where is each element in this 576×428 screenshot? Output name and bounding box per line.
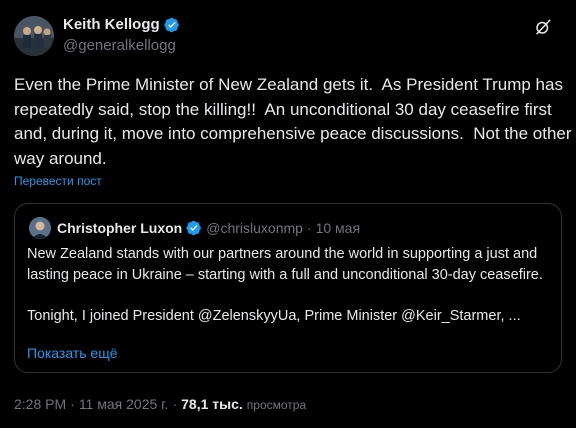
- author-handle[interactable]: @generalkellogg: [63, 37, 180, 54]
- view-count: 78,1 тыс.: [181, 396, 243, 412]
- quote-avatar-image: [29, 217, 51, 239]
- quoted-post[interactable]: Christopher Luxon @chrisluxonmp · 10 мая…: [14, 203, 562, 373]
- show-more-link[interactable]: Показать ещё: [27, 345, 118, 361]
- meta-separator-2: ·: [172, 396, 178, 412]
- author-avatar-image: [14, 16, 54, 56]
- author-name[interactable]: Keith Kellogg: [63, 16, 160, 33]
- author-info: Keith Kellogg @generalkellogg: [63, 16, 180, 54]
- translate-post-link[interactable]: Перевести пост: [14, 174, 102, 188]
- post-metadata: 2:28 PM · 11 мая 2025 г. · 78,1 тыс. про…: [14, 396, 306, 412]
- post-text: Even the Prime Minister of New Zealand g…: [14, 75, 576, 168]
- quote-separator: ·: [306, 220, 312, 236]
- quote-author-name[interactable]: Christopher Luxon: [57, 220, 182, 236]
- quote-author-avatar[interactable]: [29, 217, 51, 239]
- grok-icon[interactable]: [534, 18, 552, 36]
- quote-text: New Zealand stands with our partners aro…: [27, 246, 543, 324]
- quote-author-handle[interactable]: @chrisluxonmp: [206, 220, 303, 236]
- post-time[interactable]: 2:28 PM: [14, 396, 66, 412]
- verified-badge-icon: [186, 220, 202, 236]
- verified-badge-icon: [164, 17, 179, 32]
- views-label: просмотра: [246, 398, 307, 412]
- quote-date[interactable]: 10 мая: [316, 220, 360, 236]
- quote-header: Christopher Luxon @chrisluxonmp · 10 мая: [57, 220, 360, 236]
- meta-separator: ·: [70, 396, 75, 412]
- author-avatar[interactable]: [14, 16, 54, 56]
- post-date[interactable]: 11 мая 2025 г.: [79, 396, 169, 412]
